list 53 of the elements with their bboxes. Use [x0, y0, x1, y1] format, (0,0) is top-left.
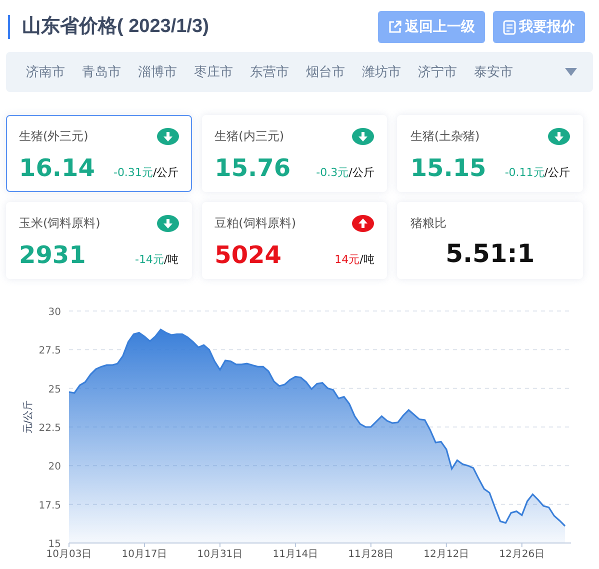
city-link[interactable]: 淄博市 — [138, 63, 177, 81]
price-card[interactable]: 生猪(内三元) 15.76 -0.3元/公斤 — [202, 115, 388, 192]
x-tick-label: 11月14日 — [272, 549, 318, 560]
price-value: 15.76 — [214, 154, 291, 182]
city-link[interactable]: 潍坊市 — [362, 63, 401, 81]
city-link[interactable]: 青岛市 — [82, 63, 121, 81]
dropdown-icon[interactable] — [565, 68, 577, 76]
product-name: 猪粮比 — [410, 214, 446, 232]
price-card[interactable]: 豆粕(饲料原料) 5024 14元/吨 — [202, 202, 388, 279]
price-value: 15.15 — [410, 154, 486, 182]
y-tick-label: 30 — [48, 307, 61, 318]
ratio-value: 5.51:1 — [446, 239, 535, 268]
share-icon — [388, 20, 402, 34]
price-change: -0.3元/公斤 — [316, 165, 374, 180]
y-axis-title: 元/公斤 — [23, 400, 34, 434]
price-value: 5024 — [214, 241, 282, 269]
back-button[interactable]: 返回上一级 — [378, 11, 485, 43]
quote-button[interactable]: 我要报价 — [493, 11, 585, 43]
city-link[interactable]: 东营市 — [250, 63, 289, 81]
price-change: 14元/吨 — [334, 252, 374, 267]
price-change: -14元/吨 — [134, 252, 179, 267]
y-tick-label: 17.5 — [38, 500, 61, 512]
y-tick-label: 25 — [48, 384, 61, 396]
price-card[interactable]: 玉米(饲料原料) 2931 -14元/吨 — [6, 202, 192, 279]
price-change: -0.31元/公斤 — [113, 165, 179, 180]
product-name: 生猪(土杂猪) — [410, 128, 480, 144]
y-tick-label: 20 — [48, 462, 61, 473]
price-value: 16.14 — [19, 154, 95, 182]
product-name: 玉米(饲料原料) — [19, 214, 100, 232]
y-tick-label: 15 — [48, 539, 61, 550]
x-tick-label: 10月31日 — [197, 549, 243, 560]
price-card[interactable]: 猪粮比 5.51:1 — [397, 202, 583, 279]
x-tick-label: 12月12日 — [424, 549, 470, 560]
x-tick-label: 12月26日 — [499, 549, 545, 560]
x-tick-label: 10月03日 — [46, 549, 92, 560]
document-icon — [503, 20, 516, 34]
city-link[interactable]: 济南市 — [26, 63, 65, 81]
product-name: 豆粕(饲料原料) — [214, 214, 296, 232]
x-tick-label: 11月28日 — [348, 549, 394, 560]
city-link[interactable]: 烟台市 — [306, 63, 345, 81]
price-card[interactable]: 生猪(外三元) 16.14 -0.31元/公斤 — [6, 115, 192, 192]
y-tick-label: 22.5 — [38, 423, 61, 434]
product-name: 生猪(外三元) — [19, 128, 88, 144]
y-tick-label: 27.5 — [38, 346, 61, 357]
price-card[interactable]: 生猪(土杂猪) 15.15 -0.11元/公斤 — [397, 115, 583, 192]
city-link[interactable]: 济宁市 — [418, 63, 457, 81]
city-link[interactable]: 枣庄市 — [194, 63, 233, 81]
price-change: -0.11元/公斤 — [504, 165, 570, 180]
page-title: 山东省价格( 2023/1/3) — [8, 15, 209, 39]
city-link[interactable]: 泰安市 — [474, 63, 513, 81]
price-value: 2931 — [19, 241, 86, 269]
x-tick-label: 10月17日 — [122, 549, 168, 560]
product-name: 生猪(内三元) — [214, 128, 284, 144]
